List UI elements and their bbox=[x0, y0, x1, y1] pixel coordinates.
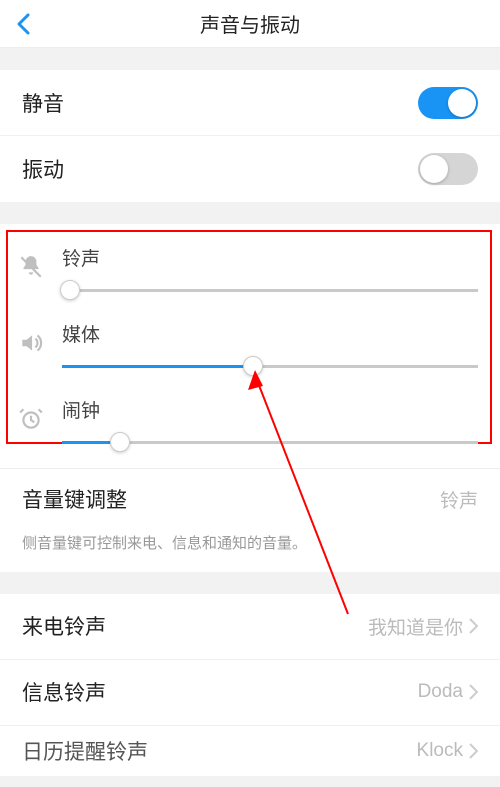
calendar-ringtone-label: 日历提醒铃声 bbox=[22, 736, 148, 766]
incoming-ringtone-row[interactable]: 来电铃声 我知道是你 bbox=[0, 594, 500, 660]
incoming-ringtone-value: 我知道是你 bbox=[368, 613, 463, 640]
vibrate-row[interactable]: 振动 bbox=[0, 136, 500, 202]
alarm-volume-label: 闹钟 bbox=[62, 396, 478, 423]
silent-toggle[interactable] bbox=[418, 87, 478, 119]
media-volume-label: 媒体 bbox=[62, 320, 478, 347]
silent-label: 静音 bbox=[22, 88, 64, 118]
chevron-right-icon bbox=[469, 618, 478, 634]
silent-row[interactable]: 静音 bbox=[0, 70, 500, 136]
ringtone-volume-row: 铃声 bbox=[0, 234, 500, 310]
calendar-ringtone-row[interactable]: 日历提醒铃声 Klock bbox=[0, 726, 500, 776]
media-volume-row: 媒体 bbox=[0, 310, 500, 386]
page-title: 声音与振动 bbox=[200, 9, 300, 38]
chevron-right-icon bbox=[469, 743, 478, 759]
back-button[interactable] bbox=[16, 0, 30, 48]
vibrate-toggle[interactable] bbox=[418, 153, 478, 185]
ringtone-volume-label: 铃声 bbox=[62, 244, 478, 271]
vibrate-label: 振动 bbox=[22, 154, 64, 184]
chevron-right-icon bbox=[469, 684, 478, 700]
bell-mute-icon bbox=[18, 254, 48, 285]
volume-key-section: 音量键调整 铃声 侧音量键可控制来电、信息和通知的音量。 bbox=[0, 468, 500, 572]
volume-key-label: 音量键调整 bbox=[22, 484, 127, 514]
message-ringtone-value: Doda bbox=[418, 681, 463, 703]
calendar-ringtone-value: Klock bbox=[417, 740, 463, 762]
toggle-section: 静音 振动 bbox=[0, 70, 500, 202]
ringtone-section: 来电铃声 我知道是你 信息铃声 Doda 日历提醒铃声 Klock bbox=[0, 594, 500, 776]
volume-section: 铃声 媒体 闹钟 bbox=[0, 224, 500, 468]
incoming-ringtone-label: 来电铃声 bbox=[22, 611, 106, 641]
spacer bbox=[0, 48, 500, 70]
message-ringtone-label: 信息铃声 bbox=[22, 677, 106, 707]
ringtone-slider[interactable] bbox=[62, 280, 478, 300]
spacer bbox=[0, 202, 500, 224]
volume-key-row[interactable]: 音量键调整 铃声 bbox=[0, 469, 500, 529]
message-ringtone-row[interactable]: 信息铃声 Doda bbox=[0, 660, 500, 726]
volume-key-value: 铃声 bbox=[440, 486, 478, 513]
speaker-icon bbox=[18, 330, 48, 361]
volume-key-note: 侧音量键可控制来电、信息和通知的音量。 bbox=[0, 529, 500, 572]
header-bar: 声音与振动 bbox=[0, 0, 500, 48]
chevron-left-icon bbox=[16, 13, 30, 35]
spacer bbox=[0, 572, 500, 594]
alarm-volume-row: 闹钟 bbox=[0, 386, 500, 462]
media-slider[interactable] bbox=[62, 356, 478, 376]
alarm-clock-icon bbox=[18, 406, 48, 437]
alarm-slider[interactable] bbox=[62, 432, 478, 452]
